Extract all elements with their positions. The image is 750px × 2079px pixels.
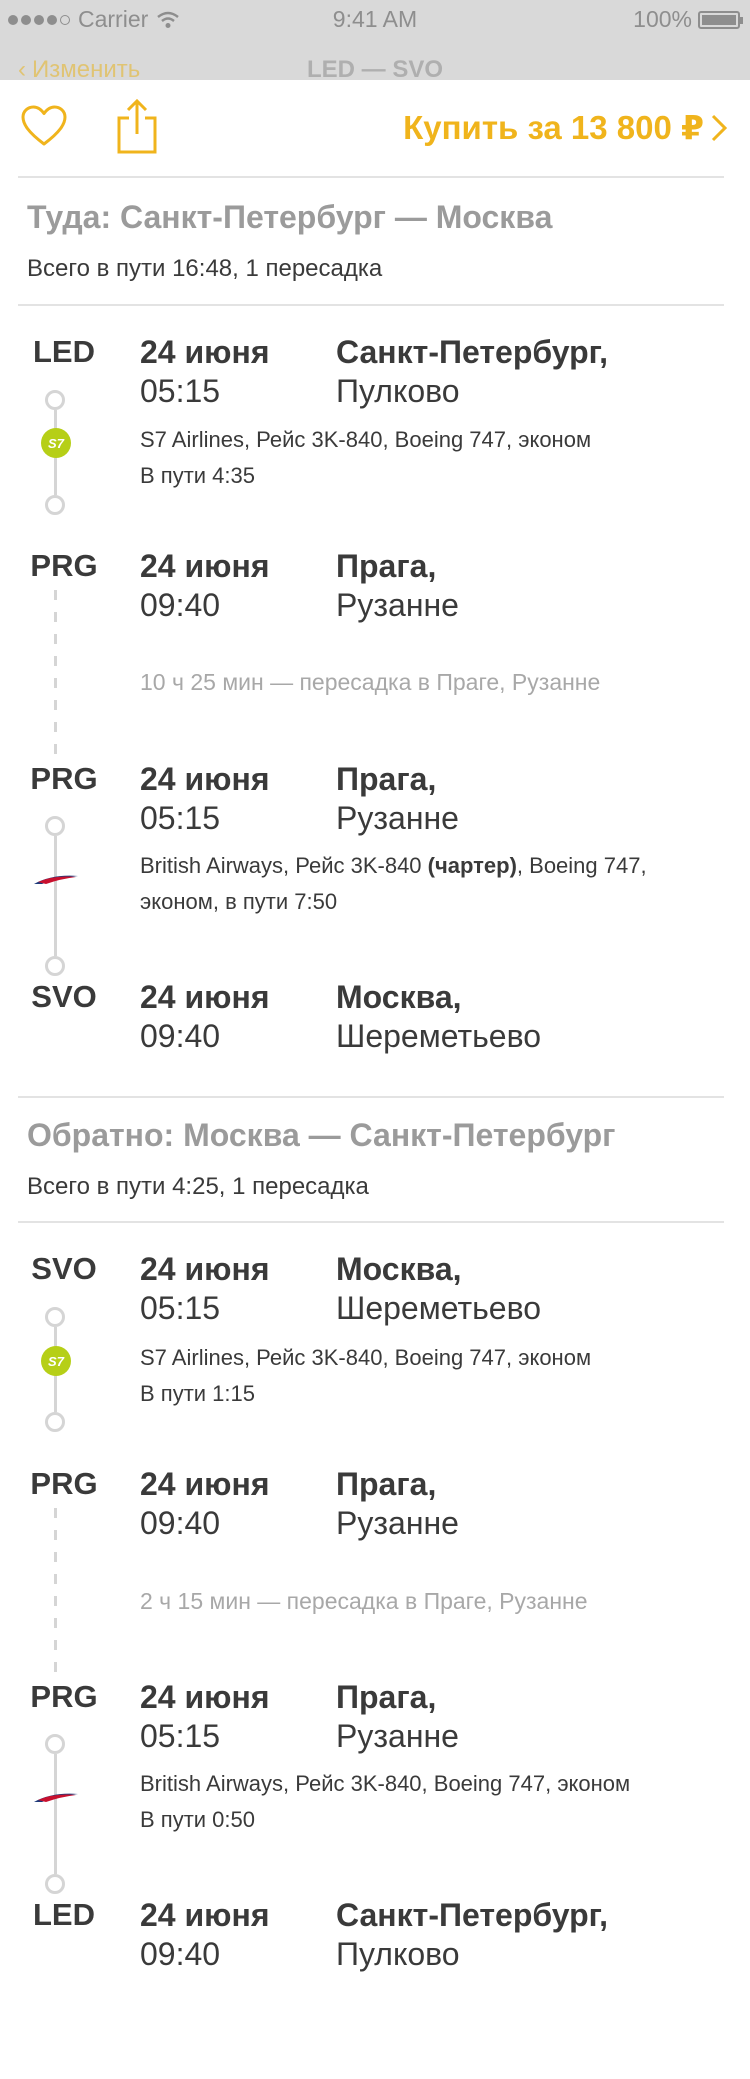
return-segment-1: S7 S7 Airlines, Рейс 3K-840, Boeing 747,… xyxy=(0,1297,750,1447)
outbound-title: Туда: Санкт-Петербург — Москва xyxy=(27,199,553,235)
stop-date: 24 июня xyxy=(140,1251,270,1287)
s7-logo-icon: S7 xyxy=(41,428,71,458)
airport-code: PRG xyxy=(30,1466,98,1501)
stop-ring-icon xyxy=(45,1874,65,1894)
chevron-right-icon xyxy=(711,114,728,141)
segment-duration: В пути 0:50 xyxy=(140,1807,255,1832)
stop-date: 24 июня xyxy=(140,548,270,584)
segment-duration: эконом, в пути 7:50 xyxy=(140,889,338,914)
battery-group: 100% xyxy=(633,6,743,33)
outbound-layover: 10 ч 25 мин — пересадка в Праге, Рузанне xyxy=(0,590,750,770)
british-airways-logo-icon xyxy=(34,1793,78,1802)
svg-text:S7: S7 xyxy=(48,436,65,451)
stop-city: Москва, xyxy=(336,1251,462,1287)
background-nav-bar: ‹ Изменить LED — SVO xyxy=(0,40,750,83)
stop-city: Санкт-Петербург, xyxy=(336,334,609,370)
stop-city: Прага, xyxy=(336,1679,437,1715)
layover-text: 2 ч 15 мин — пересадка в Праге, Рузанне xyxy=(140,1588,588,1614)
return-stop-arrival: LED 24 июня 09:40 Санкт-Петербург, Пулко… xyxy=(0,1897,750,1987)
stop-airport: Шереметьево xyxy=(336,1018,542,1054)
stop-date: 24 июня xyxy=(140,761,270,797)
stop-city: Прага, xyxy=(336,548,437,584)
layover-text: 10 ч 25 мин — пересадка в Праге, Рузанне xyxy=(140,669,601,695)
segment-flight-info: S7 Airlines, Рейс 3K-840, Boeing 747, эк… xyxy=(140,427,592,452)
ticket-details-sheet: Купить за 13 800 ₽ Туда: Санкт-Петербург… xyxy=(0,80,750,2079)
airport-code: SVO xyxy=(31,1251,97,1286)
stop-city: Москва, xyxy=(336,979,462,1015)
outbound-stop-arrival: SVO 24 июня 09:40 Москва, Шереметьево xyxy=(0,979,750,1069)
battery-icon xyxy=(698,10,743,29)
outbound-segment-1: S7 S7 Airlines, Рейс 3K-840, Boeing 747,… xyxy=(0,380,750,530)
stop-ring-icon xyxy=(45,1734,65,1754)
airport-code: PRG xyxy=(30,1679,98,1714)
stop-airport: Пулково xyxy=(336,1936,460,1972)
stop-city: Санкт-Петербург, xyxy=(336,1897,609,1933)
return-layover: 2 ч 15 мин — пересадка в Праге, Рузанне xyxy=(0,1508,750,1688)
divider xyxy=(18,1096,724,1098)
outbound-segment-2: British Airways, Рейс 3K-840 (чартер), B… xyxy=(0,806,750,976)
stop-time: 09:40 xyxy=(140,1018,221,1054)
stop-time: 09:40 xyxy=(140,1936,221,1972)
s7-logo-icon: S7 xyxy=(41,1346,71,1376)
stop-city: Прага, xyxy=(336,1466,437,1502)
stop-ring-icon xyxy=(45,495,65,515)
divider xyxy=(18,176,724,178)
charter-label: (чартер) xyxy=(427,853,517,878)
airport-code: LED xyxy=(33,334,95,369)
stop-ring-icon xyxy=(45,390,65,410)
stop-ring-icon xyxy=(45,1307,65,1327)
favorite-heart-icon[interactable] xyxy=(20,104,68,148)
segment-duration: В пути 1:15 xyxy=(140,1381,255,1406)
segment-info: S7 Airlines, Рейс 3K-840, Boeing 747, эк… xyxy=(140,1340,730,1412)
stop-date: 24 июня xyxy=(140,1897,270,1933)
airport-code: PRG xyxy=(30,548,98,583)
status-bar: Carrier 9:41 AM 100% xyxy=(0,0,750,40)
airport-code: LED xyxy=(33,1897,95,1932)
share-icon[interactable] xyxy=(115,98,159,154)
stop-date: 24 июня xyxy=(140,334,270,370)
buy-button[interactable]: Купить за 13 800 ₽ xyxy=(403,108,728,147)
layover-dashed-line xyxy=(54,1508,57,1678)
segment-info: British Airways, Рейс 3K-840, Boeing 747… xyxy=(140,1766,730,1838)
buy-button-label: Купить за 13 800 ₽ xyxy=(403,109,704,146)
return-segment-2: British Airways, Рейс 3K-840, Boeing 747… xyxy=(0,1724,750,1894)
divider xyxy=(18,304,724,306)
stop-date: 24 июня xyxy=(140,979,270,1015)
segment-flight-info: British Airways, Рейс 3K-840 (чартер), B… xyxy=(140,853,647,878)
return-title: Обратно: Москва — Санкт-Петербург xyxy=(27,1117,616,1153)
outbound-summary: Всего в пути 16:48, 1 пересадка xyxy=(27,255,383,282)
segment-flight-info: S7 Airlines, Рейс 3K-840, Boeing 747, эк… xyxy=(140,1345,592,1370)
segment-info: S7 Airlines, Рейс 3K-840, Boeing 747, эк… xyxy=(140,422,730,494)
sheet-toolbar: Купить за 13 800 ₽ xyxy=(0,80,750,177)
segment-flight-info: British Airways, Рейс 3K-840, Boeing 747… xyxy=(140,1771,631,1796)
airport-code: PRG xyxy=(30,761,98,796)
layover-dashed-line xyxy=(54,590,57,760)
battery-percent: 100% xyxy=(633,6,692,32)
stop-date: 24 июня xyxy=(140,1466,270,1502)
stop-date: 24 июня xyxy=(140,1679,270,1715)
stop-ring-icon xyxy=(45,816,65,836)
stop-ring-icon xyxy=(45,1412,65,1432)
segment-info: British Airways, Рейс 3K-840 (чартер), B… xyxy=(140,848,730,920)
british-airways-logo-icon xyxy=(34,875,78,884)
svg-text:S7: S7 xyxy=(48,1354,65,1369)
stop-city: Прага, xyxy=(336,761,437,797)
stop-ring-icon xyxy=(45,956,65,976)
segment-duration: В пути 4:35 xyxy=(140,463,255,488)
return-summary: Всего в пути 4:25, 1 пересадка xyxy=(27,1173,369,1200)
divider xyxy=(18,1221,724,1223)
airport-code: SVO xyxy=(31,979,97,1014)
